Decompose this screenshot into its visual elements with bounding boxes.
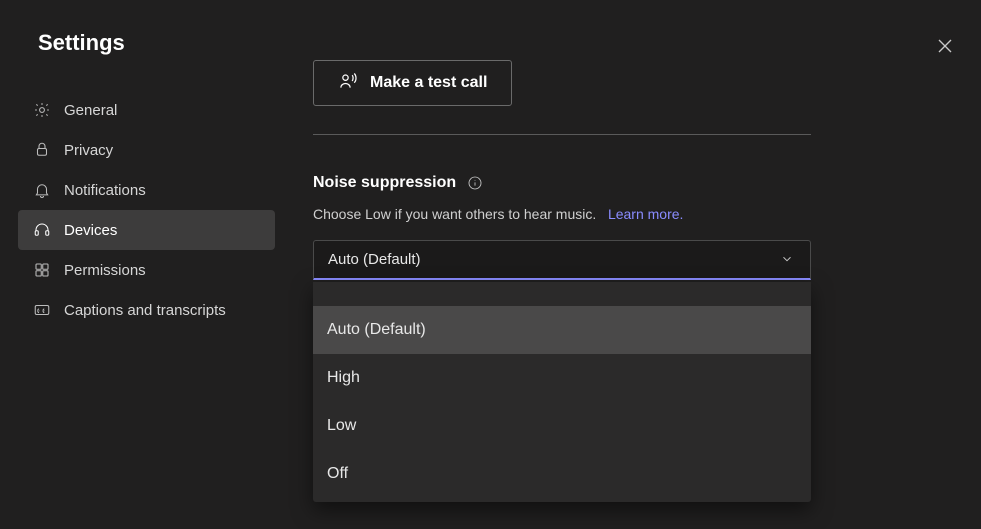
settings-sidebar: Settings General Privacy Notifications [0,0,285,529]
dropdown-option-off[interactable]: Off [313,450,811,498]
bell-icon [32,180,52,200]
captions-icon [32,300,52,320]
dropdown-option-low[interactable]: Low [313,402,811,450]
sidebar-item-notifications[interactable]: Notifications [18,170,275,210]
dropdown-option-auto[interactable]: Auto (Default) [313,306,811,354]
sidebar-item-privacy[interactable]: Privacy [18,130,275,170]
section-header: Noise suppression [313,174,811,192]
sidebar-item-label: General [64,102,117,119]
sidebar-item-label: Devices [64,222,117,239]
description-text: Choose Low if you want others to hear mu… [313,206,596,222]
option-label: Off [327,465,348,483]
lock-icon [32,140,52,160]
gear-icon [32,100,52,120]
page-title: Settings [18,30,285,90]
section-description: Choose Low if you want others to hear mu… [313,206,811,222]
dropdown-option-high[interactable]: High [313,354,811,402]
noise-suppression-dropdown: Auto (Default) High Low Off [313,282,811,502]
sidebar-item-general[interactable]: General [18,90,275,130]
sidebar-item-permissions[interactable]: Permissions [18,250,275,290]
chevron-down-icon [780,252,796,268]
selected-value: Auto (Default) [328,251,421,268]
section-divider [313,134,811,135]
button-label: Make a test call [370,74,487,92]
sidebar-item-captions[interactable]: Captions and transcripts [18,290,275,330]
noise-suppression-section: Noise suppression Choose Low if you want… [313,174,811,502]
info-icon[interactable] [466,174,484,192]
noise-suppression-select[interactable]: Auto (Default) [313,240,811,280]
sidebar-item-label: Permissions [64,262,146,279]
section-title: Noise suppression [313,174,456,192]
grid-icon [32,260,52,280]
sidebar-item-label: Privacy [64,142,113,159]
option-label: Auto (Default) [327,321,426,339]
make-test-call-button[interactable]: Make a test call [313,60,512,106]
headset-icon [32,220,52,240]
settings-nav: General Privacy Notifications Devices [18,90,285,330]
sidebar-item-devices[interactable]: Devices [18,210,275,250]
settings-main: Make a test call Noise suppression Choos… [285,0,981,529]
option-label: Low [327,417,356,435]
sidebar-item-label: Notifications [64,182,146,199]
sidebar-item-label: Captions and transcripts [64,302,226,319]
option-label: High [327,369,360,387]
person-voice-icon [338,71,358,96]
learn-more-link[interactable]: Learn more. [608,206,683,222]
